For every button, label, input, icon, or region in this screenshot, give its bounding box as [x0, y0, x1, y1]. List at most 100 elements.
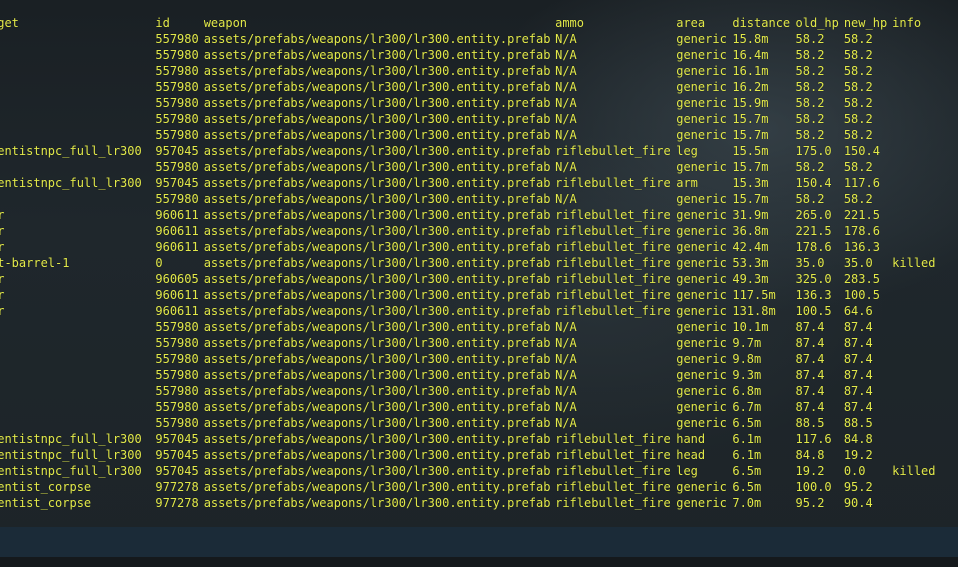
cell-target: u — [0, 79, 155, 95]
cell-ammo: N/A — [555, 112, 577, 126]
cell-old-hp: 58.2 — [795, 112, 825, 126]
cell-old-hp: 58.2 — [795, 128, 825, 142]
cell-id: 557980 — [155, 96, 199, 110]
cell-distance: 6.5m — [732, 416, 762, 430]
combatlog-row: u557980 assets/prefabs/weapons/lr300/lr30… — [0, 127, 948, 143]
combatlog-row: u557980 assets/prefabs/weapons/lr300/lr30… — [0, 31, 948, 47]
cell-id: 960611 — [155, 208, 199, 222]
cell-area: generic — [676, 256, 727, 270]
combatlog-row: ientist_corpse 977278 assets/prefabs/weapo… — [0, 495, 948, 511]
cell-info — [892, 111, 948, 127]
cell-old-hp: 87.4 — [795, 368, 825, 382]
cell-new-hp: 0.0 — [843, 464, 866, 478]
console-input-bar[interactable] — [0, 527, 958, 557]
cell-distance: 15.5m — [732, 144, 769, 158]
cell-target: ientistnpc_full_lr300 — [0, 464, 142, 478]
console-log[interactable]: rget id weapon ammo area distance old_hp… — [0, 0, 958, 527]
cell-ammo: riflebullet_fire — [555, 432, 671, 446]
cell-info — [892, 287, 948, 303]
cell-info — [892, 175, 948, 191]
cell-target: ar — [0, 304, 5, 318]
cell-info — [892, 79, 948, 95]
cell-weapon: assets/prefabs/weapons/lr300/lr300.entit… — [203, 80, 551, 94]
cell-new-hp: 95.2 — [843, 480, 873, 494]
combatlog-row: ar 960605 assets/prefabs/weapons/lr300/lr3… — [0, 271, 948, 287]
combatlog-table: rget id weapon ammo area distance old_hp… — [0, 15, 948, 511]
cell-old-hp: 175.0 — [795, 144, 832, 158]
combatlog-row: ot-barrel-1 0 assets/prefabs/weapons/lr300… — [0, 255, 948, 271]
cell-info — [892, 271, 948, 287]
cell-weapon: assets/prefabs/weapons/lr300/lr300.entit… — [203, 96, 551, 110]
cell-target: ar — [0, 224, 5, 238]
cell-new-hp: 58.2 — [843, 128, 873, 142]
cell-info — [892, 479, 948, 495]
cell-info — [892, 415, 948, 431]
combatlog-row: ientist_corpse 977278 assets/prefabs/weapo… — [0, 479, 948, 495]
cell-new-hp: 58.2 — [843, 48, 873, 62]
cell-weapon: assets/prefabs/weapons/lr300/lr300.entit… — [203, 224, 551, 238]
cell-info — [892, 431, 948, 447]
cell-distance: 9.8m — [732, 352, 762, 366]
cell-id: 557980 — [155, 160, 199, 174]
combatlog-row: u557980 assets/prefabs/weapons/lr300/lr30… — [0, 95, 948, 111]
cell-area: hand — [676, 432, 706, 446]
cell-distance: 6.5m — [732, 464, 762, 478]
cell-distance: 15.7m — [732, 128, 769, 142]
cell-id: 960611 — [155, 304, 199, 318]
cell-area: generic — [676, 480, 727, 494]
cell-weapon: assets/prefabs/weapons/lr300/lr300.entit… — [203, 432, 551, 446]
cell-new-hp: 100.5 — [843, 288, 880, 302]
cell-old-hp: 87.4 — [795, 320, 825, 334]
header-weapon: weapon — [203, 16, 248, 30]
cell-old-hp: 87.4 — [795, 384, 825, 398]
cell-distance: 49.3m — [732, 272, 769, 286]
combatlog-row: u557980 assets/prefabs/weapons/lr300/lr30… — [0, 351, 948, 367]
cell-new-hp: 58.2 — [843, 112, 873, 126]
cell-target: u — [0, 111, 155, 127]
cell-area: generic — [676, 496, 727, 510]
cell-area: generic — [676, 112, 727, 126]
cell-distance: 15.8m — [732, 32, 769, 46]
cell-ammo: N/A — [555, 352, 577, 366]
cell-weapon: assets/prefabs/weapons/lr300/lr300.entit… — [203, 464, 551, 478]
combatlog-row: u557980 assets/prefabs/weapons/lr300/lr30… — [0, 63, 948, 79]
cell-area: generic — [676, 336, 727, 350]
cell-old-hp: 35.0 — [795, 256, 825, 270]
cell-old-hp: 100.5 — [795, 304, 832, 318]
cell-old-hp: 100.0 — [795, 480, 832, 494]
cell-id: 960611 — [155, 288, 199, 302]
header-new-hp: new_hp — [843, 16, 888, 30]
cell-area: leg — [676, 464, 698, 478]
combatlog-row: u557980 assets/prefabs/weapons/lr300/lr30… — [0, 415, 948, 431]
cell-target: u — [0, 191, 155, 207]
cell-weapon: assets/prefabs/weapons/lr300/lr300.entit… — [203, 272, 551, 286]
cell-new-hp: 87.4 — [843, 320, 873, 334]
header-distance: distance — [732, 16, 791, 30]
cell-old-hp: 58.2 — [795, 48, 825, 62]
cell-target: ar — [0, 208, 5, 222]
cell-distance: 36.8m — [732, 224, 769, 238]
cell-ammo: N/A — [555, 416, 577, 430]
cell-area: generic — [676, 128, 727, 142]
cell-id: 557980 — [155, 112, 199, 126]
cell-ammo: N/A — [555, 368, 577, 382]
cell-target: u — [0, 63, 155, 79]
cell-new-hp: 58.2 — [843, 64, 873, 78]
cell-target: u — [0, 399, 155, 415]
cell-weapon: assets/prefabs/weapons/lr300/lr300.entit… — [203, 288, 551, 302]
cell-area: generic — [676, 416, 727, 430]
cell-ammo: N/A — [555, 64, 577, 78]
cell-id: 977278 — [155, 496, 199, 510]
cell-area: generic — [676, 384, 727, 398]
cell-target: ientistnpc_full_lr300 — [0, 448, 142, 462]
cell-target: ientistnpc_full_lr300 — [0, 432, 142, 446]
combatlog-row: ar 960611 assets/prefabs/weapons/lr300/lr3… — [0, 303, 948, 319]
cell-area: generic — [676, 224, 727, 238]
cell-ammo: N/A — [555, 384, 577, 398]
combatlog-header-row: rget id weapon ammo area distance old_hp… — [0, 15, 948, 31]
cell-id: 957045 — [155, 448, 199, 462]
combatlog-row: u557980 assets/prefabs/weapons/lr300/lr30… — [0, 335, 948, 351]
cell-weapon: assets/prefabs/weapons/lr300/lr300.entit… — [203, 208, 551, 222]
cell-ammo: N/A — [555, 80, 577, 94]
cell-ammo: N/A — [555, 336, 577, 350]
